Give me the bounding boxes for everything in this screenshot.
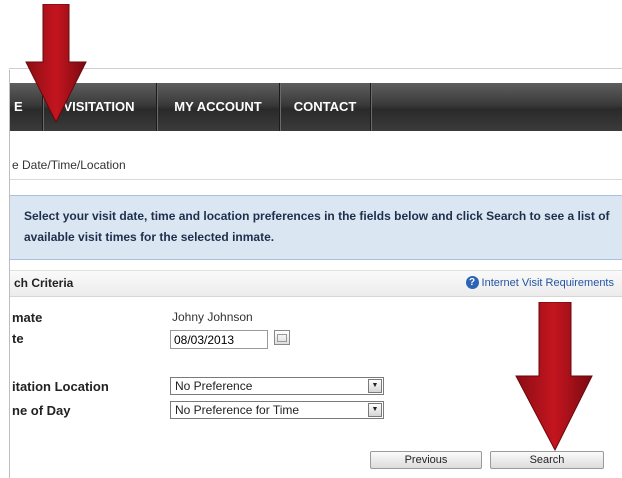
dropdown-arrow-icon[interactable]: ▼ [368, 403, 382, 417]
location-label: itation Location [12, 379, 109, 394]
search-criteria-title: ch Criteria [14, 276, 74, 290]
dropdown-arrow-icon[interactable]: ▼ [368, 379, 382, 393]
top-divider [9, 68, 622, 69]
nav-item-my-account[interactable]: MY ACCOUNT [157, 83, 280, 131]
visitation-location-select[interactable]: No Preference ▼ [170, 377, 384, 395]
arrow-down-icon [25, 4, 87, 124]
breadcrumb-divider [10, 179, 622, 180]
visit-date-input[interactable] [170, 330, 268, 349]
instructions-box: Select your visit date, time and locatio… [10, 195, 622, 260]
visit-requirements-label: Internet Visit Requirements [481, 276, 614, 289]
inmate-label: mate [12, 310, 43, 325]
visitation-location-value: No Preference [175, 379, 253, 393]
previous-button[interactable]: Previous [370, 451, 482, 469]
breadcrumb: e Date/Time/Location [12, 158, 126, 172]
instructions-text: Select your visit date, time and locatio… [24, 209, 610, 244]
date-label: te [12, 331, 24, 346]
search-criteria-header: ch Criteria ? Internet Visit Requirement… [10, 270, 622, 297]
search-button[interactable]: Search [490, 451, 604, 469]
time-of-day-label: ne of Day [12, 403, 71, 418]
main-navbar: E VISITATION MY ACCOUNT CONTACT [10, 83, 622, 131]
arrow-down-icon [515, 302, 593, 452]
time-of-day-value: No Preference for Time [175, 403, 300, 417]
time-of-day-select[interactable]: No Preference for Time ▼ [170, 401, 384, 419]
calendar-icon[interactable] [274, 330, 290, 345]
help-icon: ? [465, 276, 479, 289]
nav-item-contact[interactable]: CONTACT [280, 83, 371, 131]
inmate-value: Johny Johnson [172, 310, 253, 324]
visit-requirements-link[interactable]: ? Internet Visit Requirements [465, 276, 614, 289]
